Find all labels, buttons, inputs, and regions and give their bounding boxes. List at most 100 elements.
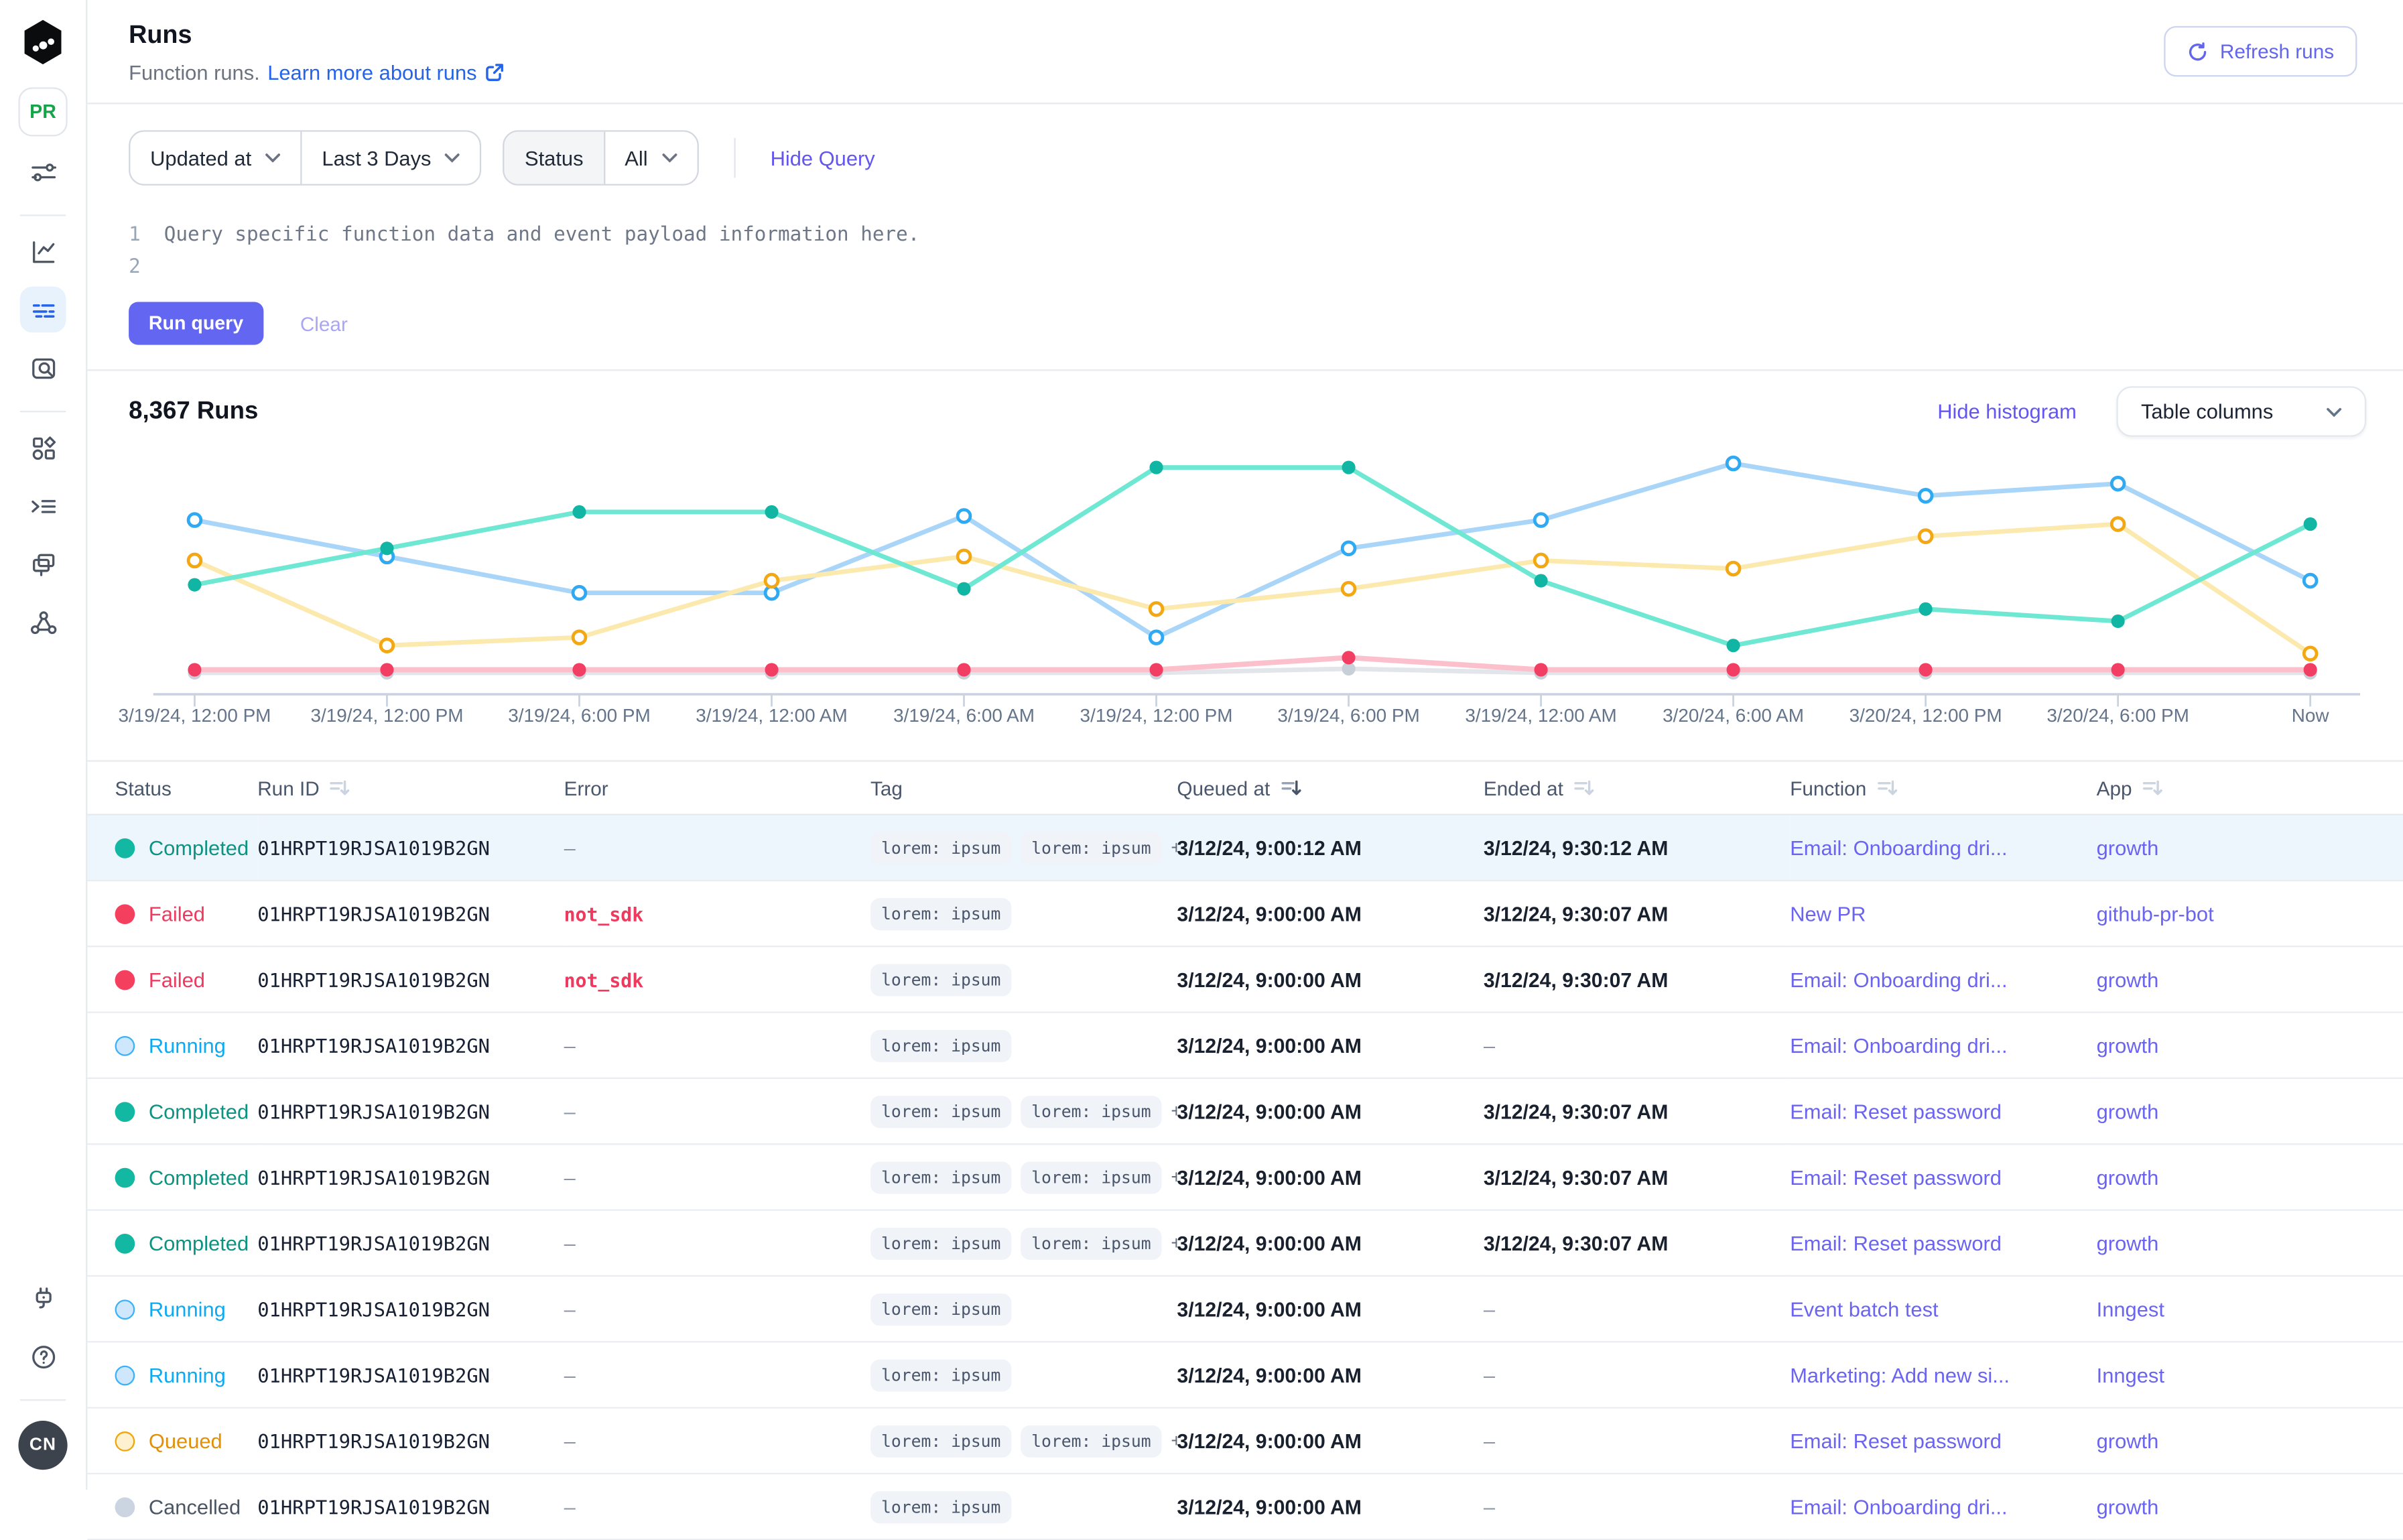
status-filter-select[interactable]: All [603, 132, 697, 184]
chart-point [1919, 489, 1932, 502]
function-link[interactable]: Email: Reset password [1790, 1232, 2002, 1255]
status-cell: Failed [87, 881, 257, 946]
status-label: Completed [149, 836, 249, 859]
error-cell: not_sdk [564, 881, 870, 946]
run-query-button[interactable]: Run query [129, 302, 263, 345]
sidebar-item-functions[interactable] [20, 541, 66, 587]
status-filter-label: Status [505, 132, 603, 184]
function-link[interactable]: Event batch test [1790, 1297, 1938, 1320]
sidebar-item-search[interactable] [20, 345, 66, 391]
function-link[interactable]: Email: Reset password [1790, 1165, 2002, 1188]
function-link[interactable]: Email: Onboarding dri... [1790, 1495, 2007, 1518]
chart-point [573, 631, 586, 644]
table-row[interactable]: Cancelled01HRPT19RJSA1019B2GN–lorem: ips… [87, 1474, 2403, 1539]
chart-point [380, 663, 393, 676]
x-axis-label: 3/19/24, 12:00 PM [310, 705, 463, 726]
tag-chip: lorem: ipsum [1021, 1425, 1161, 1457]
table-row[interactable]: Running01HRPT19RJSA1019B2GN–lorem: ipsum… [87, 1013, 2403, 1078]
ended-at-cell: 3/12/24, 9:30:07 AM [1484, 881, 1790, 946]
function-cell: Email: Reset password [1790, 1210, 2096, 1276]
runs-histogram-container: 3/19/24, 12:00 PM3/19/24, 12:00 PM3/19/2… [129, 443, 2366, 734]
app-cell: Inngest [2097, 1342, 2403, 1407]
app-link[interactable]: growth [2097, 1165, 2159, 1188]
learn-more-link[interactable]: Learn more about runs [267, 61, 505, 84]
sidebar-item-dev-server[interactable] [20, 1275, 66, 1322]
refresh-runs-button[interactable]: Refresh runs [2163, 26, 2357, 76]
column-header-error[interactable]: Error [564, 762, 870, 815]
chart-point [380, 541, 393, 555]
tag-chip: lorem: ipsum [870, 1029, 1011, 1062]
x-axis-label: 3/20/24, 6:00 AM [1663, 705, 1804, 726]
chart-point [2304, 647, 2317, 660]
table-row[interactable]: Completed01HRPT19RJSA1019B2GN–lorem: ips… [87, 815, 2403, 881]
column-header-queued-at[interactable]: Queued at [1177, 762, 1483, 815]
time-range-select[interactable]: Last 3 Days [300, 132, 480, 184]
app-link[interactable]: growth [2097, 968, 2159, 990]
chart-point [1535, 574, 1548, 588]
chart-point [2304, 517, 2317, 531]
chart-point [1727, 639, 1740, 652]
clear-query-button[interactable]: Clear [291, 310, 357, 336]
app-link[interactable]: Inngest [2097, 1363, 2164, 1386]
table-row[interactable]: Queued01HRPT19RJSA1019B2GN–lorem: ipsuml… [87, 1408, 2403, 1474]
column-header-status[interactable]: Status [87, 762, 257, 815]
sidebar-item-events[interactable] [20, 483, 66, 529]
app-link[interactable]: growth [2097, 1429, 2159, 1452]
tag-cell: lorem: ipsumlorem: ipsum+2 [870, 1144, 1177, 1210]
function-link[interactable]: Email: Reset password [1790, 1429, 2002, 1452]
status-dot [115, 1101, 135, 1121]
function-link[interactable]: Email: Reset password [1790, 1100, 2002, 1122]
column-header-app[interactable]: App [2097, 762, 2403, 815]
external-link-icon [484, 63, 505, 83]
column-header-function[interactable]: Function [1790, 762, 2096, 815]
tag-chip: lorem: ipsum [1021, 1227, 1161, 1259]
column-header-tag[interactable]: Tag [870, 762, 1177, 815]
error-cell: – [564, 1210, 870, 1276]
table-row[interactable]: Completed01HRPT19RJSA1019B2GN–lorem: ips… [87, 1210, 2403, 1276]
table-row[interactable]: Completed01HRPT19RJSA1019B2GN–lorem: ips… [87, 1078, 2403, 1144]
hide-histogram-link[interactable]: Hide histogram [1937, 400, 2077, 423]
column-header-ended-at[interactable]: Ended at [1484, 762, 1790, 815]
tag-chip: lorem: ipsum [870, 963, 1011, 995]
sidebar-item-webhooks[interactable] [20, 599, 66, 645]
table-columns-dropdown[interactable]: Table columns [2116, 386, 2366, 436]
sidebar-item-runs[interactable] [20, 287, 66, 333]
table-row[interactable]: Failed01HRPT19RJSA1019B2GNnot_sdklorem: … [87, 881, 2403, 946]
sidebar-item-apps[interactable] [20, 424, 66, 470]
status-cell: Failed [87, 946, 257, 1012]
table-row[interactable]: Failed01HRPT19RJSA1019B2GNnot_sdklorem: … [87, 946, 2403, 1012]
app-link[interactable]: growth [2097, 1100, 2159, 1122]
app-link[interactable]: growth [2097, 1232, 2159, 1255]
table-row[interactable]: Running01HRPT19RJSA1019B2GN–lorem: ipsum… [87, 1342, 2403, 1407]
function-link[interactable]: Email: Onboarding dri... [1790, 1034, 2007, 1057]
status-cell: Completed [87, 1144, 257, 1210]
chart-point [1150, 631, 1163, 644]
query-line: 1 Query specific function data and event… [129, 219, 2403, 251]
table-row[interactable]: Completed01HRPT19RJSA1019B2GN–lorem: ips… [87, 1144, 2403, 1210]
sidebar-item-metrics[interactable] [20, 229, 66, 275]
app-link[interactable]: github-pr-bot [2097, 902, 2214, 925]
chart-point [2304, 663, 2317, 676]
table-row[interactable]: Running01HRPT19RJSA1019B2GN–lorem: ipsum… [87, 1276, 2403, 1342]
workspace-badge[interactable]: PR [18, 87, 67, 136]
filter-sliders-icon[interactable] [20, 149, 66, 195]
chart-point [1919, 602, 1933, 616]
function-link[interactable]: Email: Onboarding dri... [1790, 968, 2007, 990]
user-avatar[interactable]: CN [18, 1421, 67, 1470]
function-link[interactable]: Marketing: Add new si... [1790, 1363, 2010, 1386]
app-link[interactable]: growth [2097, 1495, 2159, 1518]
sidebar-item-help[interactable] [20, 1334, 66, 1380]
function-link[interactable]: New PR [1790, 902, 1866, 925]
app-cell: growth [2097, 1013, 2403, 1078]
time-field-select[interactable]: Updated at [130, 132, 300, 184]
function-link[interactable]: Email: Onboarding dri... [1790, 836, 2007, 859]
query-editor[interactable]: 1 Query specific function data and event… [87, 219, 2403, 283]
chart-point [1535, 554, 1547, 567]
app-link[interactable]: Inngest [2097, 1297, 2164, 1320]
app-link[interactable]: growth [2097, 1034, 2159, 1057]
tag-cell: lorem: ipsumlorem: ipsum+2 [870, 1408, 1177, 1474]
column-header-run-id[interactable]: Run ID [257, 762, 564, 815]
app-link[interactable]: growth [2097, 836, 2159, 859]
status-filter-group: Status All [503, 130, 698, 185]
hide-query-link[interactable]: Hide Query [771, 146, 875, 169]
